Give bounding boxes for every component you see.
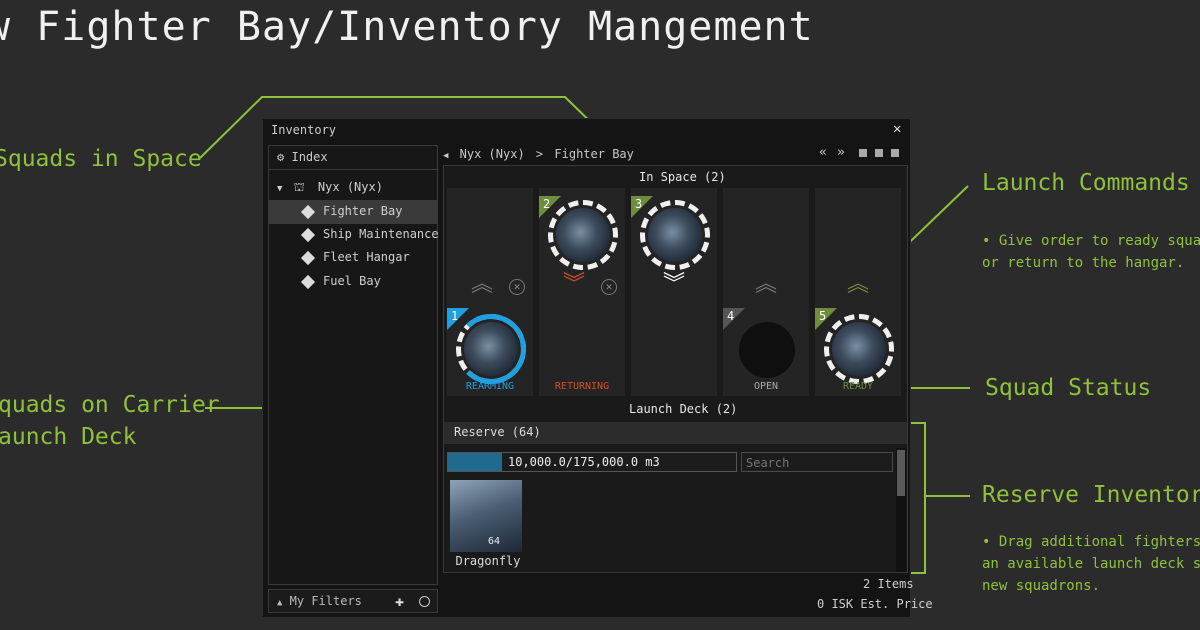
window-title: Inventory (271, 123, 337, 137)
sidebar-item-ship-maintenance[interactable]: Ship Maintenance (269, 223, 439, 247)
annotation-reserve-desc-2: an available launch deck slo (982, 556, 1200, 572)
breadcrumb: ◀ Nyx (Nyx) > Fighter Bay (443, 147, 634, 161)
gear-icon: ⚙ (277, 150, 285, 164)
breadcrumb-ship[interactable]: Nyx (Nyx) (460, 147, 525, 161)
launch-tube-3[interactable]: 3 ︾ (631, 188, 717, 396)
fighter-bay-panel: In Space (2) ︽ ✕ 1 REARMING 2 ︾ ✕ RETURN… (443, 165, 908, 573)
launch-tube-4[interactable]: ︽ 4 OPEN (723, 188, 809, 396)
annotation-squad-status: Squad Status (985, 375, 1152, 401)
circle-icon[interactable] (419, 596, 430, 607)
collapse-triangle-icon[interactable]: ▼ (277, 184, 282, 194)
items-count: 2 Items (863, 577, 914, 591)
sidebar-item-fleet-hangar[interactable]: Fleet Hangar (269, 246, 437, 270)
view-details-icon[interactable] (875, 149, 883, 157)
filters-label: My Filters (289, 594, 362, 608)
back-arrow-icon[interactable]: ◀ (443, 151, 448, 161)
sidebar-item-label: Ship Maintenance (323, 227, 439, 241)
capacity-bar: 10,000.0/175,000.0 m3 (447, 452, 737, 472)
sidebar-item-fighter-bay[interactable]: Fighter Bay (269, 200, 437, 224)
ship-icon: ⛫ (293, 180, 305, 194)
reserve-header[interactable]: Reserve (64) (444, 422, 907, 444)
annotation-reserve-inventory: Reserve Inventory (982, 482, 1200, 508)
index-button[interactable]: ⚙ Index (269, 146, 439, 170)
squad-status-label: OPEN (753, 381, 779, 392)
squad-status-label: RETURNING (554, 381, 610, 392)
sidebar-item-fuel-bay[interactable]: Fuel Bay (269, 270, 437, 294)
container-diamond-icon (300, 227, 316, 243)
annotation-reserve-desc-3: new squadrons. (982, 578, 1101, 594)
container-diamond-icon (300, 250, 316, 266)
sidebar-item-label: Fighter Bay (323, 204, 403, 218)
launch-tube-1[interactable]: ︽ ✕ 1 REARMING (447, 188, 533, 396)
annotation-squads-on-carrier-2: aunch Deck (0, 424, 137, 450)
fighter-portrait[interactable] (556, 208, 610, 262)
dragonfly-item[interactable]: 64 (450, 480, 522, 552)
ship-label: Nyx (Nyx) (317, 180, 383, 194)
capacity-fill (448, 453, 502, 471)
sidebar-item-label: Fleet Hangar (323, 250, 410, 264)
sidebar-item-label: Fuel Bay (323, 274, 381, 288)
tube-number-badge: 4 (723, 308, 745, 330)
fighter-portrait[interactable] (648, 208, 702, 262)
annotation-squads-in-space: Squads in Space (0, 146, 202, 172)
empty-tube-circle (739, 322, 795, 378)
container-diamond-icon (300, 204, 316, 220)
container-diamond-icon (300, 274, 316, 290)
capacity-text: 10,000.0/175,000.0 m3 (508, 455, 660, 469)
collapse-left-icon[interactable]: « (819, 145, 827, 160)
squad-status-label: REARMING (465, 381, 515, 392)
add-filter-icon[interactable]: ✚ (395, 592, 404, 610)
expand-triangle-icon[interactable]: ▲ (277, 598, 282, 608)
annotation-squads-on-carrier-1: quads on Carrier (0, 392, 220, 418)
launch-tube-2[interactable]: 2 ︾ ✕ RETURNING (539, 188, 625, 396)
fighter-portrait[interactable] (464, 322, 518, 376)
launch-chevron-icon[interactable]: ︽ (815, 274, 901, 296)
annotation-reserve-desc-1: • Drag additional fighters fr (982, 534, 1200, 550)
view-list-icon[interactable] (891, 149, 899, 157)
launch-chevron-icon[interactable]: ︽ (723, 274, 809, 296)
squad-status-label: READY (842, 381, 874, 392)
annotation-launch-commands: Launch Commands (982, 170, 1190, 196)
fighter-portrait[interactable] (832, 322, 886, 376)
abort-x-icon[interactable]: ✕ (601, 279, 617, 295)
index-label: Index (291, 150, 328, 164)
breadcrumb-separator: > (535, 147, 544, 161)
est-price: 0 ISK Est. Price (817, 597, 933, 611)
close-icon[interactable]: ✕ (893, 121, 901, 137)
expand-right-icon[interactable]: » (837, 145, 845, 160)
annotation-launch-commands-desc-1: • Give order to ready squad (982, 233, 1200, 249)
annotation-launch-commands-desc-2: or return to the hangar. (982, 255, 1185, 271)
scrollbar-thumb[interactable] (897, 450, 905, 496)
search-input[interactable] (741, 452, 893, 472)
abort-x-icon[interactable]: ✕ (509, 279, 525, 295)
scrollbar[interactable] (896, 448, 906, 572)
view-icons-icon[interactable] (859, 149, 867, 157)
recall-chevron-icon[interactable]: ︾ (631, 274, 717, 296)
item-quantity: 64 (488, 536, 501, 547)
inventory-window: Inventory ✕ ⚙ Index ▼ ⛫ Nyx (Nyx) Fighte… (262, 118, 933, 618)
in-space-label: In Space (2) (639, 170, 726, 184)
breadcrumb-location: Fighter Bay (554, 147, 634, 161)
launch-tube-5[interactable]: ︽ 5 READY (815, 188, 901, 396)
my-filters-bar[interactable]: ▲ My Filters ✚ (268, 589, 438, 613)
launch-deck-label: Launch Deck (2) (629, 402, 738, 416)
item-name: Dragonfly (455, 554, 521, 568)
sidebar: ⚙ Index ▼ ⛫ Nyx (Nyx) Fighter Bay Ship M… (268, 145, 439, 585)
sidebar-ship-node[interactable]: ▼ ⛫ Nyx (Nyx) (269, 176, 437, 200)
